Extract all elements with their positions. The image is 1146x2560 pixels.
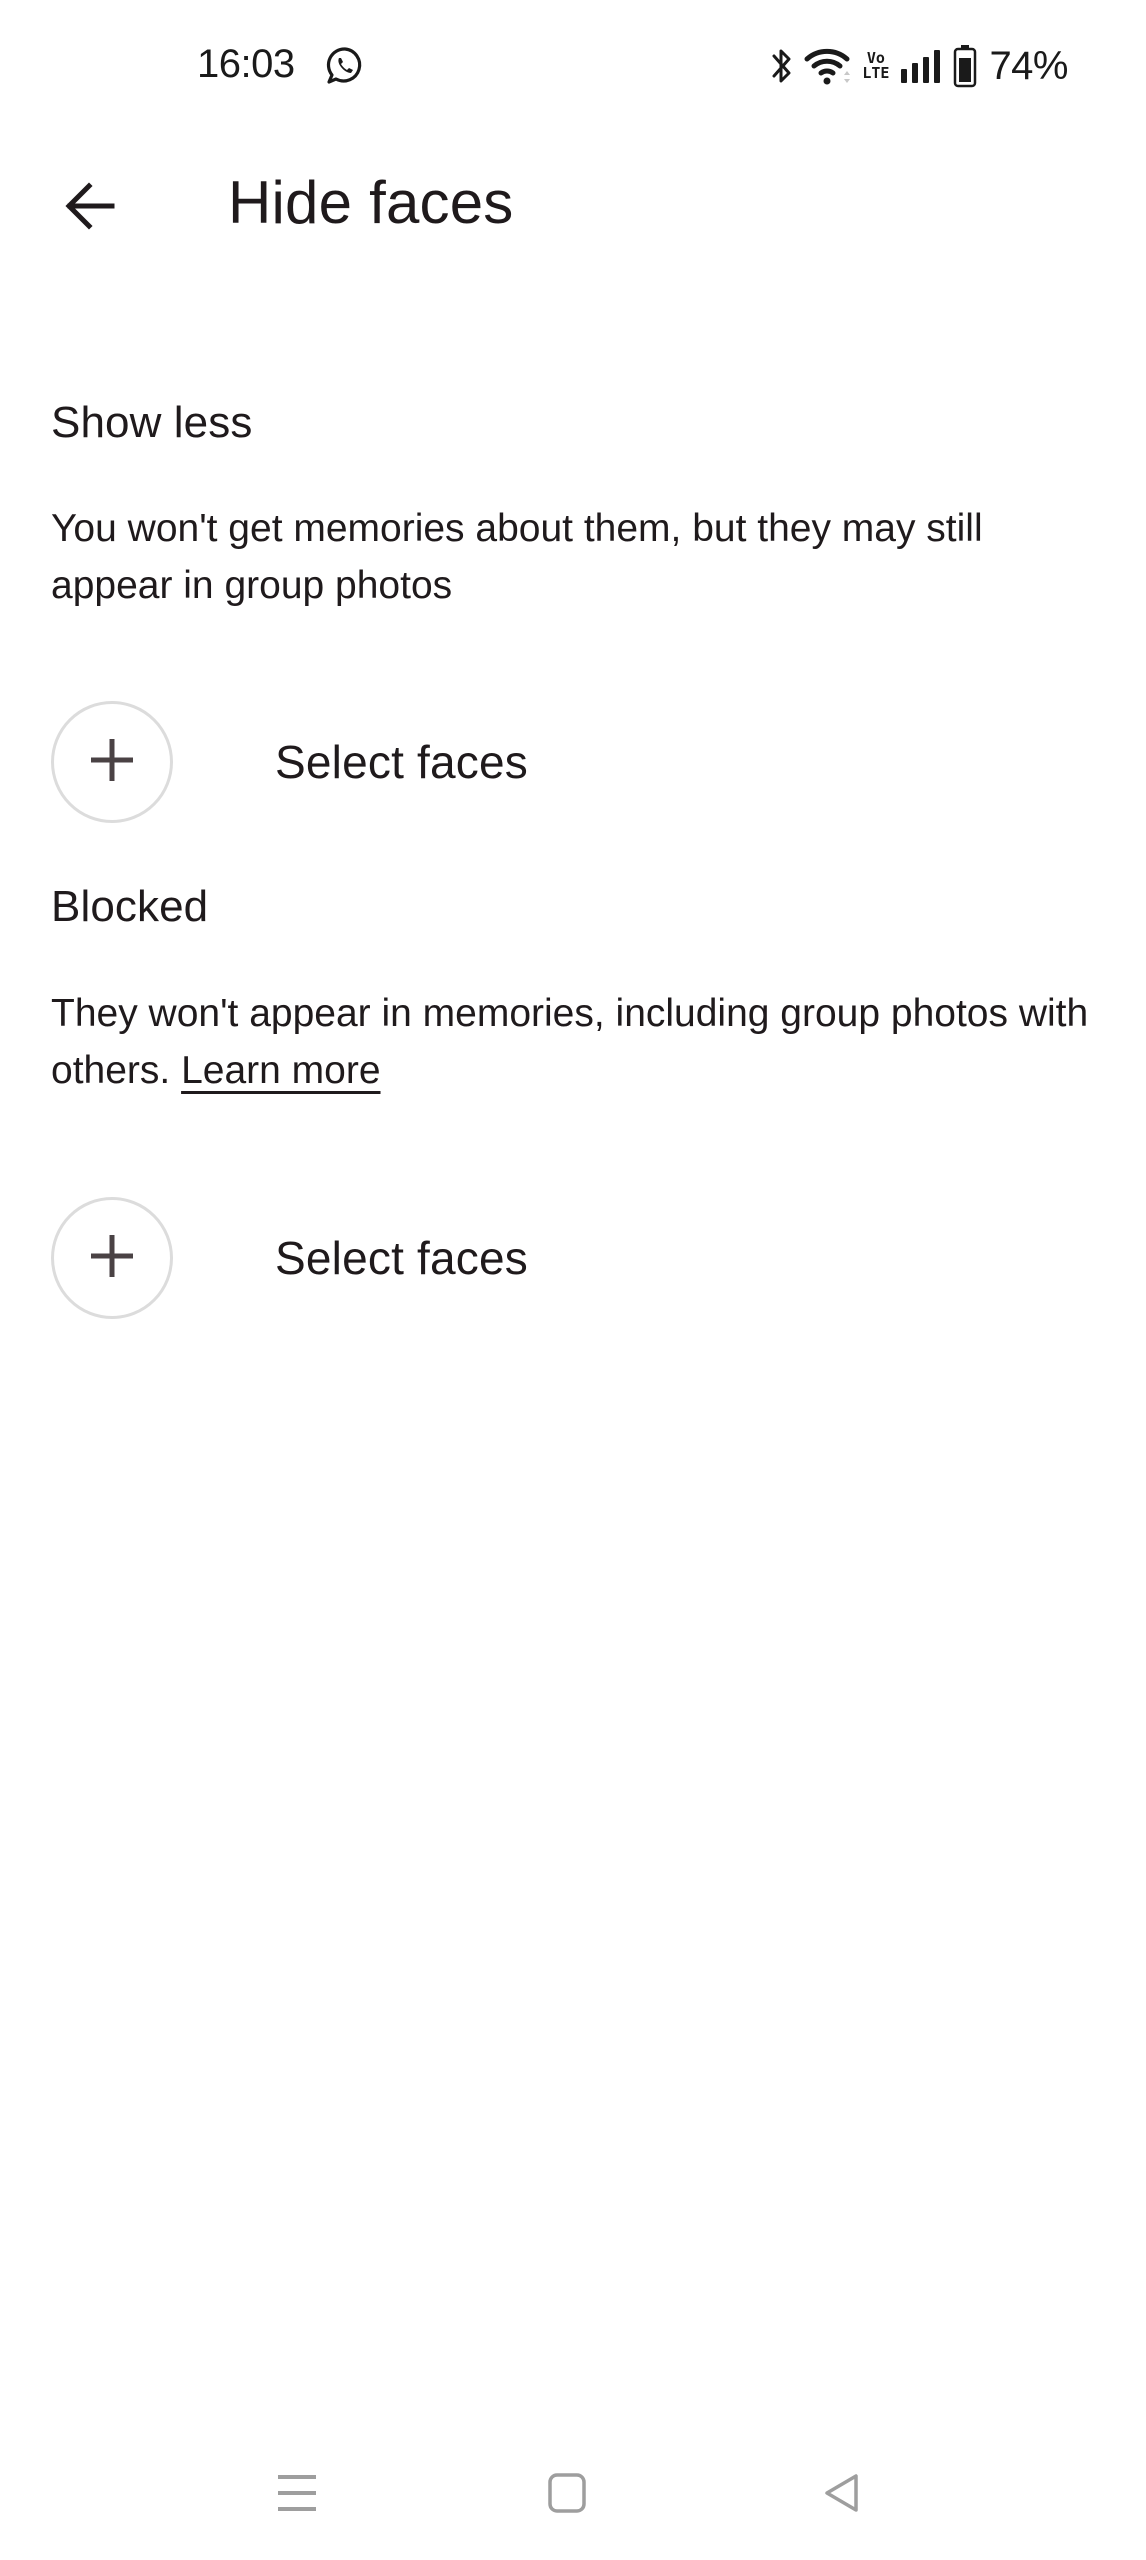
plus-icon [89,1233,135,1284]
system-icons: Vo LTE 74% [770,42,1068,90]
back-icon [822,2472,862,2519]
add-circle[interactable] [51,1197,173,1319]
arrow-back-icon [62,178,118,239]
add-circle[interactable] [51,701,173,823]
volte-icon: Vo LTE [862,49,890,82]
section-heading-blocked: Blocked [51,882,209,931]
home-button[interactable] [522,2460,612,2530]
select-faces-label: Select faces [275,736,528,788]
recents-icon [277,2472,317,2519]
status-bar: 16:03 Vo LTE 74% [0,0,1146,130]
select-faces-blocked-button[interactable]: Select faces [51,1193,751,1323]
learn-more-link[interactable]: Learn more [181,1049,380,1092]
whatsapp-icon [325,46,365,86]
battery-percent: 74% [989,43,1068,88]
status-time: 16:03 [197,42,295,86]
section-description-blocked: They won't appear in memories, including… [51,992,1089,1092]
top-app-bar: Hide faces [0,150,1146,260]
plus-icon [89,737,135,788]
section-heading-show-less: Show less [51,398,253,447]
select-faces-label: Select faces [275,1232,528,1284]
battery-icon [953,44,977,88]
page-title: Hide faces [228,169,514,236]
bluetooth-icon [770,45,794,87]
select-faces-show-less-button[interactable]: Select faces [51,697,751,827]
back-button[interactable] [40,158,140,258]
signal-icon [899,45,943,87]
system-navigation-bar [0,2430,1146,2560]
wifi-icon [804,45,852,87]
home-icon [547,2472,587,2519]
section-description-show-less: You won't get memories about them, but t… [51,507,983,607]
recents-button[interactable] [252,2460,342,2530]
back-nav-button[interactable] [797,2460,887,2530]
